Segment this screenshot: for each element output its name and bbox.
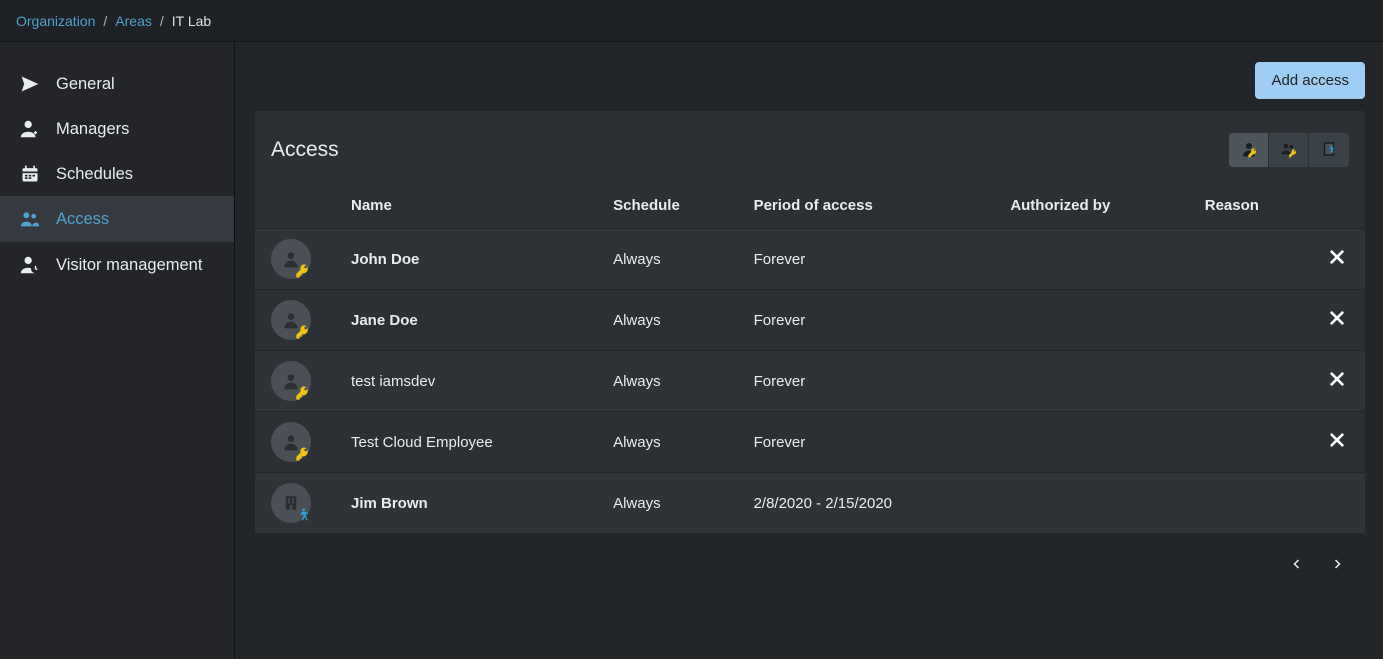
cell-authorized bbox=[1000, 412, 1194, 473]
group-icon bbox=[18, 208, 42, 230]
sidebar-item-access[interactable]: Access bbox=[0, 196, 234, 242]
sidebar-item-label: Schedules bbox=[56, 165, 133, 184]
pagination bbox=[255, 533, 1373, 586]
visitor-icon bbox=[18, 254, 42, 276]
cell-period: Forever bbox=[744, 412, 1001, 473]
cell-authorized bbox=[1000, 351, 1194, 412]
user-key-icon bbox=[1240, 140, 1258, 161]
close-icon bbox=[1329, 249, 1345, 265]
cell-name: test iamsdev bbox=[341, 351, 603, 412]
sidebar-item-schedules[interactable]: Schedules bbox=[0, 152, 234, 196]
breadcrumb-separator: / bbox=[103, 13, 107, 29]
main-content: Add access Access bbox=[235, 42, 1383, 659]
manager-icon bbox=[18, 118, 42, 140]
col-name: Name bbox=[341, 183, 603, 229]
cell-reason bbox=[1195, 290, 1315, 351]
close-icon bbox=[1329, 310, 1345, 326]
sidebar-item-label: Access bbox=[56, 210, 109, 229]
table-row[interactable]: Jim BrownAlways2/8/2020 - 2/15/2020 bbox=[255, 473, 1365, 534]
toolbar: Add access bbox=[255, 62, 1373, 111]
panel-title: Access bbox=[271, 138, 339, 162]
cell-authorized bbox=[1000, 229, 1194, 290]
key-badge-icon bbox=[295, 324, 311, 340]
cell-reason bbox=[1195, 229, 1315, 290]
key-badge-icon bbox=[295, 385, 311, 401]
remove-row-button[interactable] bbox=[1329, 252, 1345, 269]
cell-schedule: Always bbox=[603, 412, 743, 473]
cell-reason bbox=[1195, 473, 1315, 534]
breadcrumb: Organization / Areas / IT Lab bbox=[0, 0, 1383, 42]
page-next-button[interactable] bbox=[1331, 555, 1343, 576]
cell-schedule: Always bbox=[603, 473, 743, 534]
col-authorized: Authorized by bbox=[1000, 183, 1194, 229]
key-badge-icon bbox=[295, 263, 311, 279]
sidebar: General Managers Schedules Access Visito… bbox=[0, 42, 235, 659]
location-arrow-icon bbox=[18, 74, 42, 94]
sidebar-item-label: General bbox=[56, 75, 115, 94]
remove-row-button[interactable] bbox=[1329, 313, 1345, 330]
filter-segmented-control bbox=[1229, 133, 1349, 167]
access-table: Name Schedule Period of access Authorize… bbox=[255, 183, 1365, 533]
cell-schedule: Always bbox=[603, 229, 743, 290]
cell-name: Jim Brown bbox=[341, 473, 603, 534]
page-prev-button[interactable] bbox=[1291, 555, 1303, 576]
breadcrumb-areas[interactable]: Areas bbox=[115, 13, 152, 29]
cell-period: Forever bbox=[744, 290, 1001, 351]
filter-group-key-button[interactable] bbox=[1269, 133, 1309, 167]
breadcrumb-current: IT Lab bbox=[172, 13, 211, 29]
cell-schedule: Always bbox=[603, 290, 743, 351]
cell-reason bbox=[1195, 351, 1315, 412]
door-visitor-icon bbox=[1320, 140, 1338, 161]
cell-period: Forever bbox=[744, 351, 1001, 412]
visitor-badge-icon bbox=[295, 507, 311, 523]
sidebar-item-visitor-management[interactable]: Visitor management bbox=[0, 242, 234, 288]
close-icon bbox=[1329, 432, 1345, 448]
sidebar-item-general[interactable]: General bbox=[0, 62, 234, 106]
remove-row-button[interactable] bbox=[1329, 435, 1345, 452]
sidebar-item-label: Visitor management bbox=[56, 256, 202, 275]
cell-name: Test Cloud Employee bbox=[341, 412, 603, 473]
cell-reason bbox=[1195, 412, 1315, 473]
filter-user-key-button[interactable] bbox=[1229, 133, 1269, 167]
calendar-icon bbox=[18, 164, 42, 184]
row-avatar bbox=[271, 422, 311, 462]
close-icon bbox=[1329, 371, 1345, 387]
filter-visitor-button[interactable] bbox=[1309, 133, 1349, 167]
col-schedule: Schedule bbox=[603, 183, 743, 229]
access-panel: Access bbox=[255, 111, 1365, 533]
breadcrumb-separator: / bbox=[160, 13, 164, 29]
cell-name: John Doe bbox=[341, 229, 603, 290]
add-access-button[interactable]: Add access bbox=[1255, 62, 1365, 99]
cell-name: Jane Doe bbox=[341, 290, 603, 351]
group-key-icon bbox=[1280, 140, 1298, 161]
table-row[interactable]: John DoeAlwaysForever bbox=[255, 229, 1365, 290]
cell-period: Forever bbox=[744, 229, 1001, 290]
key-badge-icon bbox=[295, 446, 311, 462]
sidebar-item-label: Managers bbox=[56, 120, 129, 139]
cell-authorized bbox=[1000, 473, 1194, 534]
table-row[interactable]: Test Cloud EmployeeAlwaysForever bbox=[255, 412, 1365, 473]
row-avatar bbox=[271, 361, 311, 401]
table-row[interactable]: test iamsdevAlwaysForever bbox=[255, 351, 1365, 412]
row-avatar bbox=[271, 483, 311, 523]
remove-row-button[interactable] bbox=[1329, 374, 1345, 391]
cell-authorized bbox=[1000, 290, 1194, 351]
breadcrumb-organization[interactable]: Organization bbox=[16, 13, 95, 29]
col-period: Period of access bbox=[744, 183, 1001, 229]
table-row[interactable]: Jane DoeAlwaysForever bbox=[255, 290, 1365, 351]
row-avatar bbox=[271, 239, 311, 279]
row-avatar bbox=[271, 300, 311, 340]
cell-schedule: Always bbox=[603, 351, 743, 412]
cell-period: 2/8/2020 - 2/15/2020 bbox=[744, 473, 1001, 534]
sidebar-item-managers[interactable]: Managers bbox=[0, 106, 234, 152]
col-reason: Reason bbox=[1195, 183, 1315, 229]
